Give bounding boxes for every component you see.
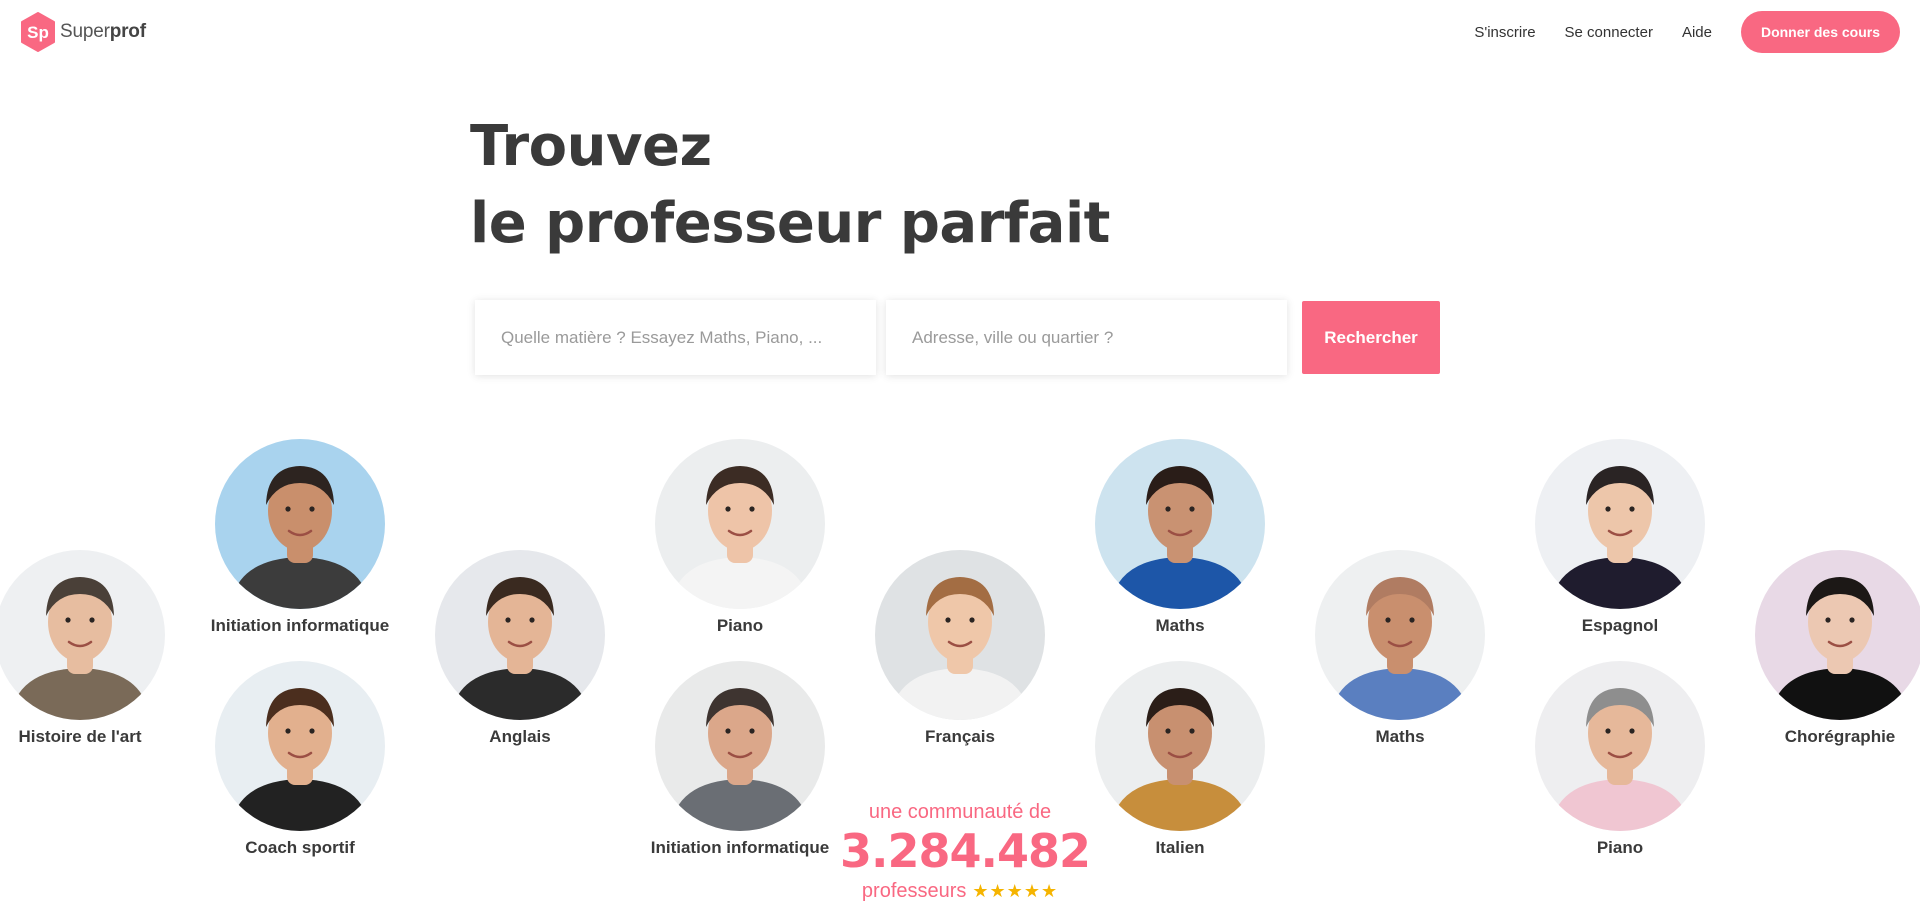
tutor-card[interactable]: Initiation informatique	[640, 661, 840, 856]
hero-title-line-1: Trouvez	[470, 114, 712, 179]
site-header: Sp Superprof S'inscrire Se connecter Aid…	[0, 0, 1920, 64]
portrait-icon	[1755, 550, 1920, 720]
tutor-avatar	[215, 439, 385, 609]
tutor-avatar	[435, 550, 605, 720]
tutor-subject: Histoire de l'art	[18, 727, 142, 746]
portrait-icon	[0, 550, 165, 720]
tutor-avatar	[1095, 661, 1265, 831]
tutor-subject: Piano	[716, 616, 764, 635]
portrait-icon	[215, 439, 385, 609]
signup-link[interactable]: S'inscrire	[1474, 24, 1535, 41]
subject-search-box	[475, 300, 876, 375]
portrait-icon	[655, 661, 825, 831]
tutor-avatar	[875, 550, 1045, 720]
tutor-avatar	[1535, 439, 1705, 609]
tutor-subject: Initiation informatique	[210, 616, 390, 635]
community-label: professeurs	[861, 880, 967, 901]
tutor-card[interactable]: Initiation informatique	[200, 439, 400, 634]
hero-title: Trouvez le professeur parfait	[470, 108, 1110, 262]
tutor-subject: Chorégraphie	[1784, 727, 1896, 746]
portrait-icon	[215, 661, 385, 831]
portrait-icon	[1095, 439, 1265, 609]
tutor-avatar	[1535, 661, 1705, 831]
tutor-subject: Coach sportif	[245, 838, 355, 857]
tutor-card[interactable]: Italien	[1080, 661, 1280, 856]
portrait-icon	[655, 439, 825, 609]
tutor-subject: Maths	[1155, 616, 1205, 635]
tutor-avatar	[1315, 550, 1485, 720]
help-link[interactable]: Aide	[1682, 24, 1712, 41]
logo-wordmark: Superprof	[60, 21, 146, 42]
tutor-subject: Initiation informatique	[650, 838, 830, 857]
tutor-card[interactable]: Maths	[1300, 550, 1500, 745]
portrait-icon	[875, 550, 1045, 720]
portrait-icon	[1535, 661, 1705, 831]
tutor-card[interactable]: Espagnol	[1520, 439, 1720, 634]
logo-hexagon-icon: Sp	[20, 12, 56, 52]
tutor-avatar	[655, 661, 825, 831]
community-counter: une communauté de 3.284.482 professeurs …	[840, 800, 1091, 901]
tutor-subject: Italien	[1155, 838, 1205, 857]
tutor-card[interactable]: Histoire de l'art	[0, 550, 180, 745]
hero-title-line-2: le professeur parfait	[470, 191, 1110, 256]
tutor-card[interactable]: Piano	[1520, 661, 1720, 856]
tutor-avatar	[1755, 550, 1920, 720]
tutor-subject: Piano	[1596, 838, 1644, 857]
community-footer: professeurs ★★★★★	[840, 878, 1080, 901]
address-input[interactable]	[886, 300, 1287, 375]
tutor-avatar	[655, 439, 825, 609]
community-intro: une communauté de	[868, 801, 1052, 823]
portrait-icon	[1315, 550, 1485, 720]
give-lessons-button[interactable]: Donner des cours	[1740, 11, 1900, 53]
address-search-box	[886, 300, 1287, 375]
portrait-icon	[1095, 661, 1265, 831]
tutor-card[interactable]: Anglais	[420, 550, 620, 745]
portrait-icon	[435, 550, 605, 720]
tutor-avatar	[0, 550, 165, 720]
portrait-icon	[1535, 439, 1705, 609]
tutor-subject: Anglais	[489, 727, 551, 746]
tutor-subject: Espagnol	[1581, 616, 1659, 635]
tutor-card[interactable]: Maths	[1080, 439, 1280, 634]
tutor-count: 3.284.482	[840, 824, 1091, 878]
tutor-card[interactable]: Français	[860, 550, 1060, 745]
tutor-subject: Français	[925, 727, 995, 746]
subject-input[interactable]	[475, 300, 876, 375]
tutor-card[interactable]: Chorégraphie	[1740, 550, 1920, 745]
tutor-avatar	[215, 661, 385, 831]
tutor-card[interactable]: Coach sportif	[200, 661, 400, 856]
tutor-subject: Maths	[1375, 727, 1425, 746]
svg-text:Sp: Sp	[27, 23, 49, 42]
search-button[interactable]: Rechercher	[1302, 301, 1440, 374]
rating-stars-icon: ★★★★★	[972, 881, 1059, 901]
superprof-logo[interactable]: Sp Superprof	[20, 12, 146, 52]
tutor-card[interactable]: Piano	[640, 439, 840, 634]
login-link[interactable]: Se connecter	[1565, 24, 1653, 41]
tutor-avatar	[1095, 439, 1265, 609]
top-nav: S'inscrire Se connecter Aide Donner des …	[1474, 11, 1900, 53]
